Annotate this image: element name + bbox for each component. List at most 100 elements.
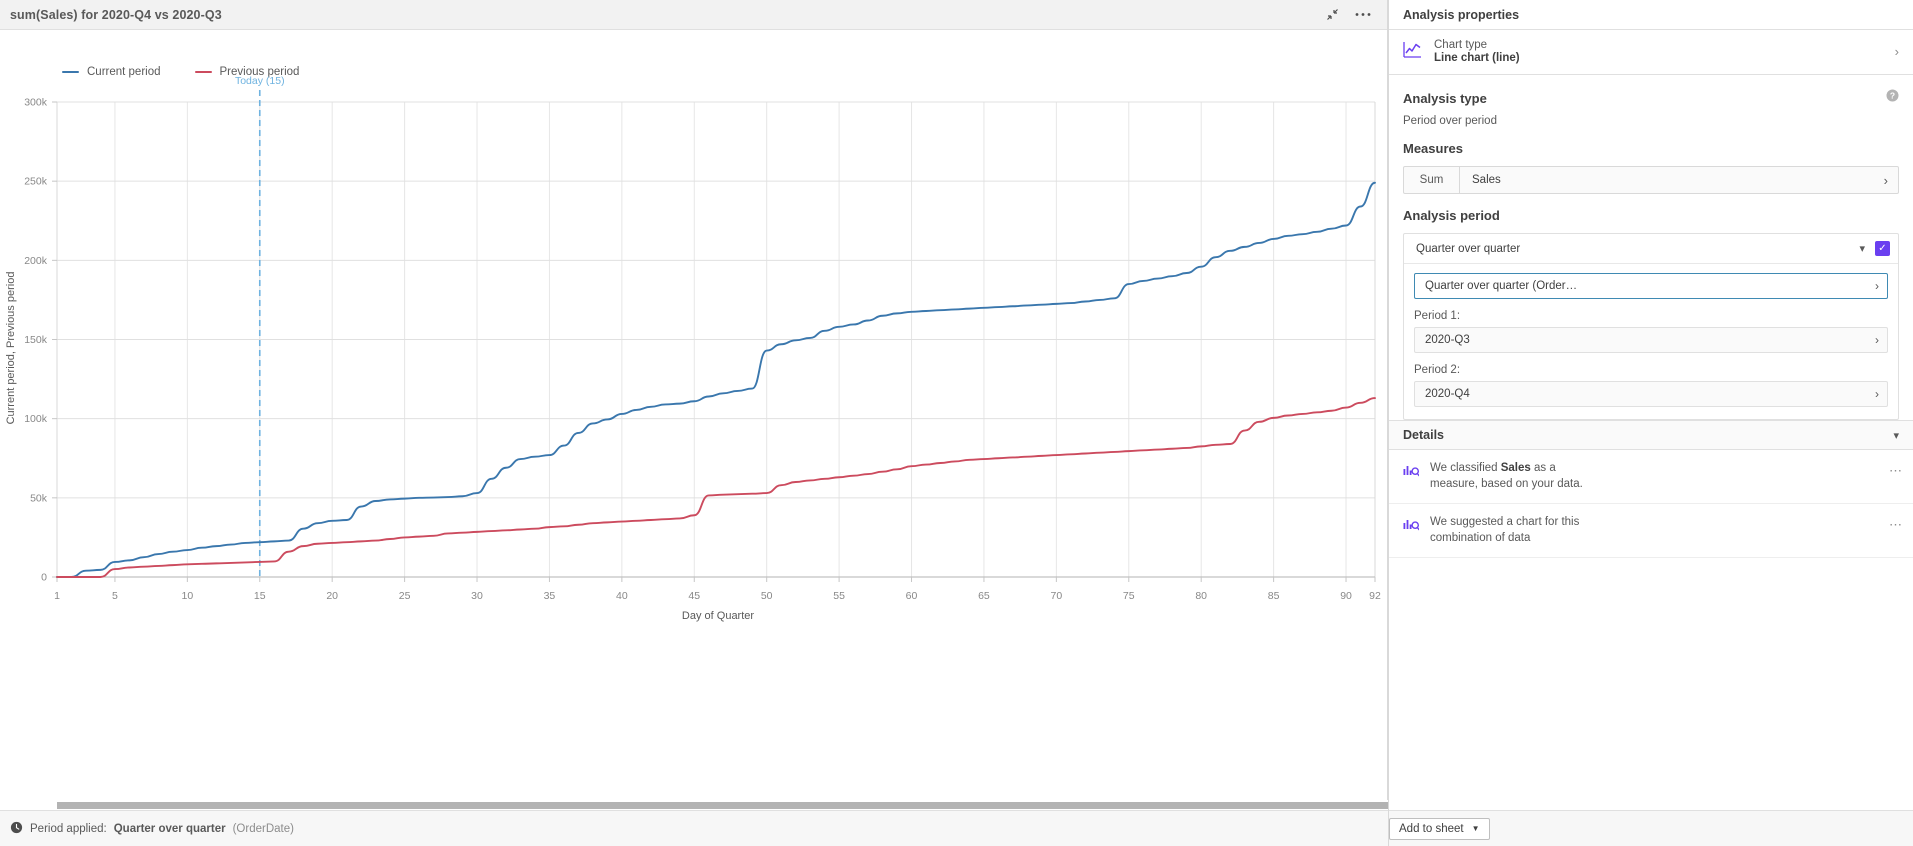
measure-item-sales[interactable]: Sum Sales › xyxy=(1403,166,1899,194)
analysis-properties-panel: Analysis properties Chart type Line char… xyxy=(1388,0,1913,846)
analysis-period-section: Analysis period Quarter over quarter ▾ ✓… xyxy=(1389,194,1913,420)
help-icon[interactable]: ? xyxy=(1886,89,1899,107)
scrollbar-thumb[interactable] xyxy=(57,802,1388,809)
period-applied-value: Quarter over quarter xyxy=(113,822,226,835)
properties-filler xyxy=(1389,558,1913,810)
svg-text:300k: 300k xyxy=(24,97,48,109)
detail-item-text: We suggested a chart for this combinatio… xyxy=(1430,515,1602,546)
today-label: Today (15) xyxy=(235,75,285,87)
detail-text-before: We classified xyxy=(1430,462,1501,474)
svg-text:75: 75 xyxy=(1123,590,1135,602)
analysis-type-section: Analysis type ? Period over period xyxy=(1389,75,1913,127)
period2-value: 2020-Q4 xyxy=(1425,388,1470,400)
period2-value-button[interactable]: 2020-Q4 › xyxy=(1414,381,1888,407)
svg-text:30: 30 xyxy=(471,590,483,602)
chevron-right-icon[interactable]: › xyxy=(1875,333,1879,347)
period-definition-button[interactable]: Quarter over quarter (Order… › xyxy=(1414,273,1888,299)
period1-value-button[interactable]: 2020-Q3 › xyxy=(1414,327,1888,353)
svg-text:15: 15 xyxy=(254,590,266,602)
svg-text:60: 60 xyxy=(906,590,918,602)
period-applied-status: Period applied: Quarter over quarter (Or… xyxy=(10,821,294,837)
svg-text:200k: 200k xyxy=(24,255,48,267)
plot-area[interactable]: 0 50k 100k 150k 200k 250k 300k 1 5 10 15 20 25 30 35 40… xyxy=(0,30,1388,655)
svg-text:40: 40 xyxy=(616,590,628,602)
ellipsis-icon[interactable]: ⋯ xyxy=(1889,515,1903,533)
svg-text:25: 25 xyxy=(399,590,411,602)
analysis-type-value: Period over period xyxy=(1403,115,1497,127)
chart-panel: sum(Sales) for 2020-Q4 vs 2020-Q3 Curren… xyxy=(0,0,1388,846)
analysis-period-title: Analysis period xyxy=(1403,208,1500,223)
titlebar-actions xyxy=(1326,8,1377,21)
line-chart-svg: 050k100k150k200k250k300k1 5 10 15 20 25 30 35 40… xyxy=(5,75,1381,622)
analysis-period-select-row[interactable]: Quarter over quarter ▾ ✓ xyxy=(1404,234,1898,264)
svg-text:20: 20 xyxy=(326,590,338,602)
chevron-down-icon[interactable]: ▼ xyxy=(1472,824,1480,833)
svg-text:1: 1 xyxy=(54,590,60,602)
add-to-sheet-label: Add to sheet xyxy=(1399,822,1464,835)
chevron-right-icon[interactable]: › xyxy=(1875,279,1879,293)
svg-text:55: 55 xyxy=(833,590,845,602)
svg-text:65: 65 xyxy=(978,590,990,602)
period1-label: Period 1: xyxy=(1414,310,1461,322)
series-lines xyxy=(56,181,1376,578)
x-axis-title: Day of Quarter xyxy=(682,610,754,622)
ellipsis-icon[interactable] xyxy=(1355,12,1371,17)
chevron-right-icon[interactable]: › xyxy=(1875,387,1879,401)
clock-icon xyxy=(10,821,23,837)
chart-type-label: Chart type xyxy=(1434,39,1488,51)
axis-lines xyxy=(52,101,1376,582)
chevron-down-icon[interactable]: ▾ xyxy=(1893,429,1899,442)
detail-item[interactable]: We suggested a chart for this combinatio… xyxy=(1389,504,1913,559)
qlik-insight-advisor-window: sum(Sales) for 2020-Q4 vs 2020-Q3 Curren… xyxy=(0,0,1913,846)
period1-value: 2020-Q3 xyxy=(1425,334,1470,346)
measure-field: Sales xyxy=(1472,174,1501,186)
line-chart-icon xyxy=(1403,41,1422,63)
details-title: Details xyxy=(1403,428,1444,442)
period-applied-label: Period applied: xyxy=(30,822,107,835)
chart-type-row[interactable]: Chart type Line chart (line) › xyxy=(1389,30,1913,75)
measures-title: Measures xyxy=(1403,141,1463,156)
svg-text:250k: 250k xyxy=(24,176,48,188)
status-bar: Period applied: Quarter over quarter (Or… xyxy=(0,810,1388,846)
svg-text:?: ? xyxy=(1890,91,1895,101)
period-applied-source: (OrderDate) xyxy=(232,822,294,835)
measures-section: Measures Sum Sales › xyxy=(1389,127,1913,194)
svg-text:5: 5 xyxy=(112,590,118,602)
period2-label: Period 2: xyxy=(1414,364,1461,376)
svg-text:92: 92 xyxy=(1369,590,1381,602)
svg-text:70: 70 xyxy=(1051,590,1063,602)
collapse-icon[interactable] xyxy=(1326,8,1339,21)
chevron-right-icon[interactable]: › xyxy=(1884,167,1898,193)
insight-icon xyxy=(1403,515,1420,536)
horizontal-scrollbar[interactable] xyxy=(0,800,1388,810)
svg-text:35: 35 xyxy=(544,590,556,602)
analysis-period-selected: Quarter over quarter xyxy=(1416,242,1521,255)
measure-aggregation: Sum xyxy=(1404,167,1460,193)
add-to-sheet-button[interactable]: Add to sheet ▼ xyxy=(1389,817,1490,840)
detail-text-before: We suggested a chart for this combinatio… xyxy=(1430,516,1580,544)
svg-text:0: 0 xyxy=(41,572,47,584)
analysis-period-checkbox[interactable]: ✓ xyxy=(1875,241,1890,256)
chevron-down-icon[interactable]: ▾ xyxy=(1859,242,1875,255)
gridlines xyxy=(57,101,1375,577)
analysis-type-title: Analysis type xyxy=(1403,90,1487,106)
svg-text:90: 90 xyxy=(1340,590,1352,602)
detail-item-text: We classified Sales as a measure, based … xyxy=(1430,461,1602,492)
svg-text:100k: 100k xyxy=(24,413,48,425)
insight-icon xyxy=(1403,461,1420,482)
svg-text:85: 85 xyxy=(1268,590,1280,602)
ellipsis-icon[interactable]: ⋯ xyxy=(1889,461,1903,479)
detail-item[interactable]: We classified Sales as a measure, based … xyxy=(1389,450,1913,505)
svg-text:50k: 50k xyxy=(30,492,48,504)
y-axis-title: Current period, Previous period xyxy=(5,272,17,425)
svg-text:10: 10 xyxy=(182,590,194,602)
detail-text-bold: Sales xyxy=(1500,462,1531,474)
chevron-right-icon[interactable]: › xyxy=(1895,44,1899,59)
properties-footer: Add to sheet ▼ xyxy=(1389,810,1913,846)
details-section: Details ▾ We classified Sales as a measu… xyxy=(1389,420,1913,559)
properties-header: Analysis properties xyxy=(1389,0,1913,30)
analysis-period-box: Quarter over quarter ▾ ✓ Quarter over qu… xyxy=(1403,233,1899,420)
page-title: sum(Sales) for 2020-Q4 vs 2020-Q3 xyxy=(10,7,222,22)
details-header[interactable]: Details ▾ xyxy=(1389,420,1913,450)
svg-text:50: 50 xyxy=(761,590,773,602)
